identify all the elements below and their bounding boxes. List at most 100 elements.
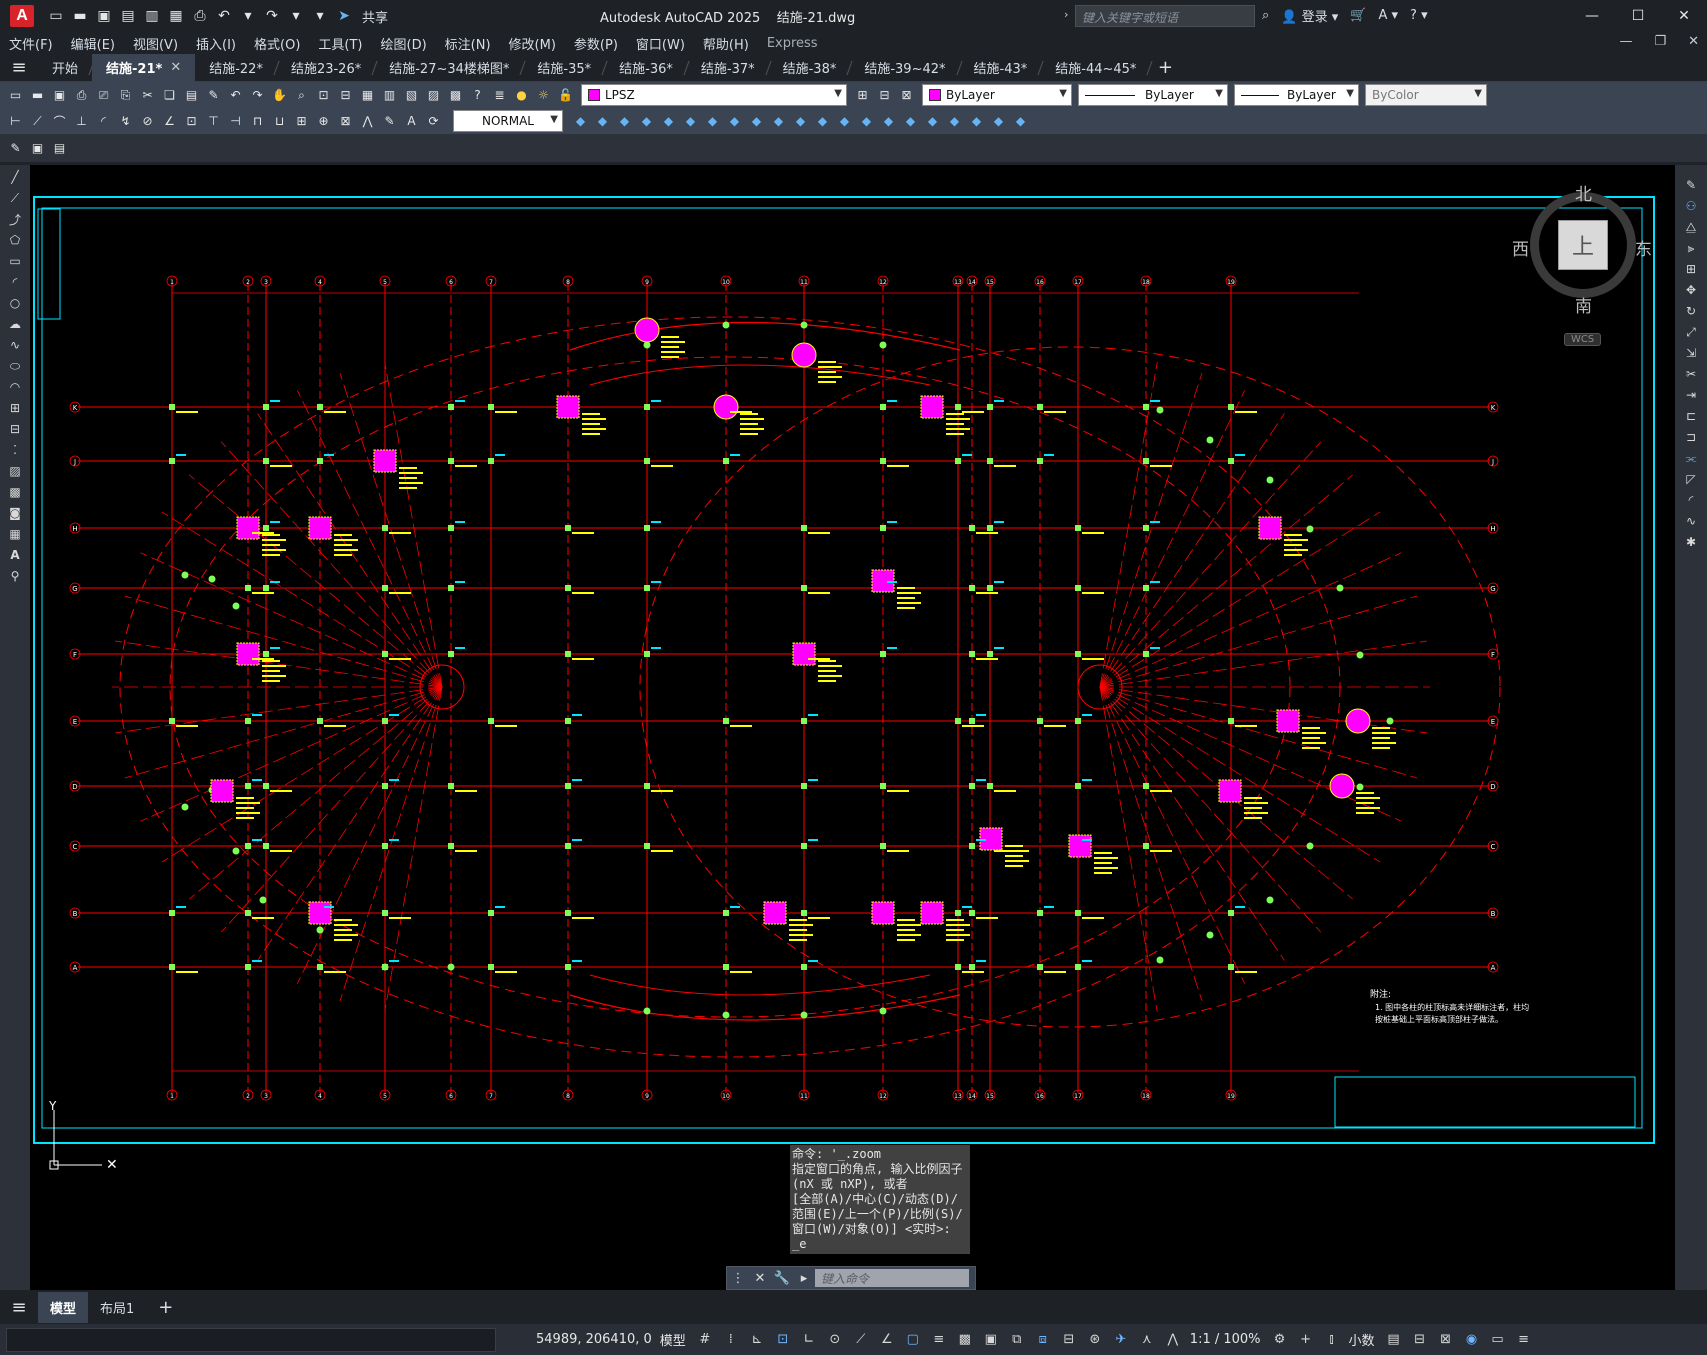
- layer-lock-icon[interactable]: 🔓: [556, 86, 575, 105]
- modify-move-icon[interactable]: ◆: [681, 112, 700, 131]
- mtext-icon[interactable]: A: [6, 547, 24, 563]
- explode-icon[interactable]: ✱: [1682, 534, 1700, 550]
- linetype-dropdown[interactable]: ByLayer ▼: [1078, 84, 1228, 106]
- undo-tb-icon[interactable]: ↶: [226, 86, 245, 105]
- modify-erase-icon[interactable]: ◆: [571, 112, 590, 131]
- undo-dropdown-icon[interactable]: ▾: [238, 6, 258, 26]
- quick-properties-icon[interactable]: ▤: [1385, 1331, 1403, 1349]
- tolerance-icon[interactable]: ⊞: [292, 112, 311, 131]
- ortho-icon[interactable]: ⊾: [748, 1331, 766, 1349]
- hardware-acceleration-icon[interactable]: ◉: [1463, 1331, 1481, 1349]
- menu-dimension[interactable]: 标注(N): [436, 34, 500, 53]
- fillet-icon[interactable]: ◜: [1682, 492, 1700, 508]
- modify-stretch-icon[interactable]: ◆: [747, 112, 766, 131]
- share-button[interactable]: 共享: [362, 7, 388, 26]
- menu-tools[interactable]: 工具(T): [309, 34, 371, 53]
- rectangle-icon[interactable]: ▭: [6, 253, 24, 269]
- layer-freeze-icon[interactable]: ☼: [534, 86, 553, 105]
- modify-chamfer-icon[interactable]: ◆: [857, 112, 876, 131]
- hatch-icon[interactable]: ▨: [6, 463, 24, 479]
- menu-parametric[interactable]: 参数(P): [565, 34, 627, 53]
- erase-icon[interactable]: ✎: [1682, 177, 1700, 193]
- selection-cycling-icon[interactable]: ▣: [982, 1331, 1000, 1349]
- add-selected-icon[interactable]: ⚲: [6, 568, 24, 584]
- dim-baseline-icon[interactable]: ⊤: [204, 112, 223, 131]
- plot-preview-icon[interactable]: ⎚: [94, 86, 113, 105]
- viewcube-west[interactable]: 西: [1512, 235, 1529, 260]
- properties-icon[interactable]: ▦: [358, 86, 377, 105]
- tool-palettes-icon[interactable]: ▧: [402, 86, 421, 105]
- close-icon[interactable]: ✕: [1661, 0, 1707, 32]
- clean-screen-icon[interactable]: ▭: [1489, 1331, 1507, 1349]
- cut-icon[interactable]: ✂: [138, 86, 157, 105]
- command-input[interactable]: 键入命令: [815, 1269, 969, 1287]
- dim-aligned-icon[interactable]: ⟋: [28, 112, 47, 131]
- auto-scale-icon[interactable]: ⋏: [1138, 1331, 1156, 1349]
- save-as-icon[interactable]: ▤: [118, 6, 138, 26]
- extend-icon[interactable]: ⇥: [1682, 387, 1700, 403]
- doc-minimize-icon[interactable]: —: [1619, 34, 1632, 49]
- object-snap-icon[interactable]: ▢: [904, 1331, 922, 1349]
- offset-icon[interactable]: ⫸: [1682, 240, 1700, 256]
- autodesk-a360-icon[interactable]: A ▾: [1378, 8, 1398, 23]
- viewcube-top-face[interactable]: 上: [1558, 220, 1608, 270]
- save-tb-icon[interactable]: ▣: [50, 86, 69, 105]
- menu-express[interactable]: Express: [758, 36, 827, 51]
- lineweight-icon[interactable]: ≡: [930, 1331, 948, 1349]
- open-web-icon[interactable]: ▥: [142, 6, 162, 26]
- doc-restore-icon[interactable]: ❐: [1654, 34, 1666, 49]
- new-tab-icon[interactable]: +: [1150, 57, 1180, 78]
- arc-icon[interactable]: ◜: [6, 274, 24, 290]
- trim-icon[interactable]: ✂: [1682, 366, 1700, 382]
- add-layout-icon[interactable]: +: [146, 1291, 185, 1324]
- menu-modify[interactable]: 修改(M): [500, 34, 565, 53]
- modify-scale-icon[interactable]: ◆: [725, 112, 744, 131]
- cart-icon[interactable]: 🛒: [1350, 8, 1366, 23]
- tab-jieshi-36[interactable]: 结施-36*: [605, 54, 690, 82]
- modify-lengthen-icon[interactable]: ◆: [945, 112, 964, 131]
- region-icon[interactable]: ◙: [6, 505, 24, 521]
- snap-icon[interactable]: ⁞: [722, 1331, 740, 1349]
- break-at-point-icon[interactable]: ⊏: [1682, 408, 1700, 424]
- viewcube-north[interactable]: 北: [1575, 180, 1592, 205]
- plot-icon[interactable]: ⎙: [190, 6, 210, 26]
- modify-trim-icon[interactable]: ◆: [769, 112, 788, 131]
- redo-tb-icon[interactable]: ↷: [248, 86, 267, 105]
- dim-text-edit-icon[interactable]: A: [402, 112, 421, 131]
- sheetset-icon[interactable]: ▨: [424, 86, 443, 105]
- qnew-icon[interactable]: ▭: [6, 86, 25, 105]
- insert-block-icon[interactable]: ⊞: [6, 400, 24, 416]
- object-snap-tracking-icon[interactable]: ∠: [878, 1331, 896, 1349]
- doc-close-icon[interactable]: ✕: [1688, 34, 1699, 49]
- ellipse-icon[interactable]: ⬭: [6, 358, 24, 374]
- zoom-window-icon[interactable]: ⊡: [314, 86, 333, 105]
- spline-icon[interactable]: ∿: [6, 337, 24, 353]
- close-block-icon[interactable]: ▤: [50, 139, 69, 158]
- table-icon[interactable]: ▦: [6, 526, 24, 542]
- dimstyle-dropdown[interactable]: NORMAL ▼: [453, 110, 563, 132]
- polygon-icon[interactable]: ⬠: [6, 232, 24, 248]
- maximize-icon[interactable]: ☐: [1615, 0, 1661, 32]
- autocad-logo-icon[interactable]: A: [10, 5, 34, 27]
- customize-status-icon[interactable]: ≡: [1515, 1331, 1533, 1349]
- dim-arc-icon[interactable]: ⌒: [50, 112, 69, 131]
- menu-format[interactable]: 格式(O): [245, 34, 309, 53]
- point-icon[interactable]: ⁚: [6, 442, 24, 458]
- minimize-icon[interactable]: —: [1569, 0, 1615, 32]
- viewcube[interactable]: 上 北 南 东 西 WCS: [1512, 180, 1652, 350]
- workspace-icon[interactable]: ⚙: [1271, 1331, 1289, 1349]
- recent-commands-icon[interactable]: ▸: [793, 1271, 815, 1286]
- tab-layout1[interactable]: 布局1: [88, 1292, 146, 1323]
- menu-view[interactable]: 视图(V): [124, 34, 187, 53]
- tab-start[interactable]: 开始: [38, 54, 95, 82]
- tab-jieshi-44-45[interactable]: 结施-44~45*: [1041, 54, 1153, 82]
- dynamic-input-icon[interactable]: ∟: [800, 1331, 818, 1349]
- wcs-menu[interactable]: WCS: [1564, 333, 1602, 346]
- dynamic-ucs-icon[interactable]: ⧈: [1034, 1331, 1052, 1349]
- infer-constraints-icon[interactable]: ⊡: [774, 1331, 792, 1349]
- zoom-realtime-icon[interactable]: ⌕: [292, 86, 311, 105]
- blend-icon[interactable]: ∿: [1682, 513, 1700, 529]
- dim-ordinate-icon[interactable]: ⊥: [72, 112, 91, 131]
- tab-model[interactable]: 模型: [38, 1291, 89, 1323]
- publish-icon[interactable]: ⎘: [116, 86, 135, 105]
